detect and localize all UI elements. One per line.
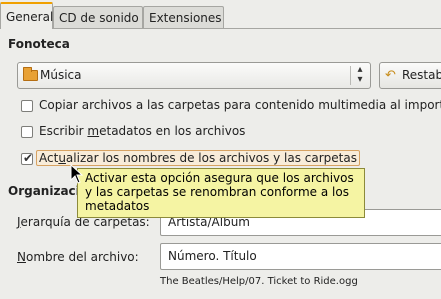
library-folder-value: Música [40,68,82,82]
mouse-pointer-icon [70,164,84,184]
tab-extensiones[interactable]: Extensiones [143,6,224,28]
copy-files-checkbox[interactable] [21,100,33,112]
folder-icon [23,67,38,81]
tab-bar: General CD de sonido Extensiones [0,0,441,29]
restore-button-label: Restab [402,68,441,82]
rename-files-checkbox[interactable]: ✔ [21,151,34,165]
write-metadata-label: Escribir metadatos en los archivos [39,124,246,138]
file-name-example: The Beatles/Help/07. Ticket to Ride.ogg [160,276,358,287]
restore-button[interactable]: ↶ Restab [379,62,441,89]
file-name-label: Nombre del archivo: [17,250,139,264]
rename-files-label: Actualizar los nombres de los archivos y… [36,150,360,166]
library-section-title: Fonoteca [8,37,70,51]
library-folder-combo[interactable]: Música ▴ ▾ [17,62,371,89]
write-metadata-checkbox[interactable] [21,126,33,138]
tab-general-label: General [6,10,54,24]
combo-separator [350,66,351,85]
undo-icon: ↶ [385,68,396,83]
tab-extensiones-label: Extensiones [149,11,222,25]
tab-cd-de-sonido[interactable]: CD de sonido [53,6,143,28]
file-name-combo[interactable]: Número. Título [160,243,441,270]
file-name-value: Número. Título [168,249,257,263]
tab-general[interactable]: General [0,2,53,29]
tab-cd-label: CD de sonido [59,11,139,25]
copy-files-label: Copiar archivos a las carpetas para cont… [39,98,441,112]
organization-section-title: Organizaci [8,184,80,198]
tab-divider [0,28,441,29]
tooltip: Activar esta opción asegura que los arch… [77,168,365,218]
checkmark-icon: ✔ [23,151,34,165]
combo-up-down-arrows-icon: ▴ ▾ [357,64,363,85]
